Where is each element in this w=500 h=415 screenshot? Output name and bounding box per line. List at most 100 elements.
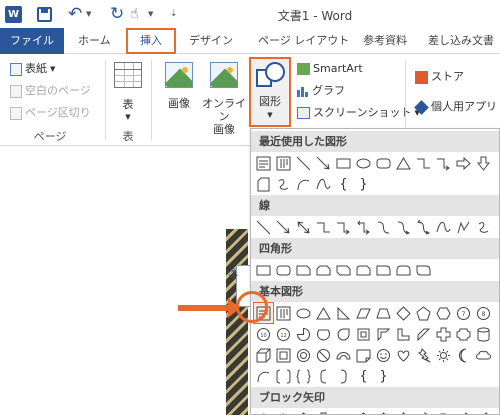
elbow-double-arrow-icon[interactable]: [354, 217, 373, 237]
block-down-arrow-icon[interactable]: [314, 409, 333, 414]
basic-frame-icon[interactable]: [354, 324, 373, 344]
triangle-shape-icon[interactable]: [394, 153, 413, 173]
basic-trapezoid-icon[interactable]: [374, 303, 393, 323]
right-arrow-shape-icon[interactable]: [454, 153, 473, 173]
basic-sun-icon[interactable]: [434, 345, 453, 365]
block-left-right-arrow-icon[interactable]: [334, 409, 353, 414]
basic-diagonal-stripe-icon[interactable]: [414, 324, 433, 344]
shapes-button[interactable]: 図形 ▼: [249, 57, 291, 127]
curved-double-arrow-icon[interactable]: [414, 217, 433, 237]
basic-right-triangle-icon[interactable]: [334, 303, 353, 323]
basic-moon-icon[interactable]: [454, 345, 473, 365]
tab-page-layout[interactable]: ページ レイアウト: [254, 28, 353, 54]
block-u-turn-arrow-icon[interactable]: [434, 409, 453, 414]
curve-icon[interactable]: [434, 217, 453, 237]
basic-dodecagon-icon[interactable]: 12: [274, 324, 293, 344]
basic-parallelogram-icon[interactable]: [354, 303, 373, 323]
vertical-textbox-shape-icon[interactable]: [274, 153, 293, 173]
line-shape-icon[interactable]: [294, 153, 313, 173]
basic-right-brace-icon[interactable]: }: [374, 366, 393, 386]
rect-icon[interactable]: [254, 260, 273, 280]
tab-home[interactable]: ホーム: [74, 28, 115, 54]
block-up-down-arrow-icon[interactable]: [354, 409, 373, 414]
basic-teardrop-icon[interactable]: [334, 324, 353, 344]
freeform-icon[interactable]: [454, 217, 473, 237]
curved-connector-icon[interactable]: [374, 217, 393, 237]
basic-donut-icon[interactable]: [294, 345, 313, 365]
basic-no-symbol-icon[interactable]: [314, 345, 333, 365]
block-up-arrow-icon[interactable]: [294, 409, 313, 414]
tab-file[interactable]: ファイル: [0, 28, 64, 55]
cover-page-button[interactable]: 表紙 ▼: [10, 60, 55, 78]
rectangle-shape-icon[interactable]: [334, 153, 353, 173]
block-quad-arrow-icon[interactable]: [374, 409, 393, 414]
rounded-rect-icon[interactable]: [274, 260, 293, 280]
basic-double-brace-icon[interactable]: [294, 366, 313, 386]
basic-folded-corner-icon[interactable]: [354, 345, 373, 365]
basic-double-bracket-icon[interactable]: [274, 366, 293, 386]
snip-round-icon[interactable]: [354, 260, 373, 280]
elbow-arrow-connector-icon[interactable]: [334, 217, 353, 237]
tab-insert[interactable]: 挿入: [126, 28, 176, 54]
snip-corner-shape-icon[interactable]: [254, 174, 273, 194]
basic-l-shape-icon[interactable]: [394, 324, 413, 344]
elbow-arrow-shape-icon[interactable]: [434, 153, 453, 173]
basic-decagon-icon[interactable]: 10: [254, 324, 273, 344]
table-button[interactable]: 表 ▼: [110, 62, 146, 124]
round-single-corner-icon[interactable]: [374, 260, 393, 280]
block-left-up-arrow-icon[interactable]: [454, 409, 473, 414]
elbow-connector-icon[interactable]: [314, 217, 333, 237]
store-button[interactable]: ストア: [415, 68, 464, 86]
basic-cube-icon[interactable]: [254, 345, 273, 365]
scribble-shape-icon[interactable]: [274, 174, 293, 194]
scribble-icon[interactable]: [474, 217, 493, 237]
tab-design[interactable]: デザイン: [185, 28, 237, 54]
basic-half-frame-icon[interactable]: [374, 324, 393, 344]
down-arrow-shape-icon[interactable]: [474, 153, 493, 173]
block-left-arrow-icon[interactable]: [274, 409, 293, 414]
basic-left-brace-icon[interactable]: {: [354, 366, 373, 386]
left-brace-shape-icon[interactable]: {: [334, 174, 353, 194]
basic-oval-icon[interactable]: [294, 303, 313, 323]
arc-shape-icon[interactable]: [294, 174, 313, 194]
curved-arrow-connector-icon[interactable]: [394, 217, 413, 237]
basic-vertical-textbox-icon[interactable]: [274, 303, 293, 323]
basic-cross-icon[interactable]: [434, 324, 453, 344]
tab-mailings[interactable]: 差し込み文書: [424, 28, 498, 54]
tab-references[interactable]: 参考資料: [359, 28, 411, 54]
screenshot-button[interactable]: スクリーンショット ▼: [297, 104, 420, 122]
basic-left-bracket-icon[interactable]: [314, 366, 333, 386]
online-pictures-button[interactable]: オンライン 画像: [200, 62, 248, 136]
basic-chord-icon[interactable]: [314, 324, 333, 344]
block-bent-up-arrow-icon[interactable]: [474, 409, 493, 414]
basic-block-arc-icon[interactable]: [334, 345, 353, 365]
double-arrow-icon[interactable]: [294, 217, 313, 237]
basic-smiley-icon[interactable]: [374, 345, 393, 365]
basic-triangle-icon[interactable]: [314, 303, 333, 323]
document-image[interactable]: [226, 229, 248, 415]
basic-arc-icon[interactable]: [254, 366, 273, 386]
chart-button[interactable]: グラフ: [297, 82, 345, 100]
basic-can-icon[interactable]: [474, 324, 493, 344]
basic-heart-icon[interactable]: [394, 345, 413, 365]
my-apps-button[interactable]: 個人用アプリ: [414, 98, 497, 116]
basic-hexagon-icon[interactable]: [434, 303, 453, 323]
block-bent-arrow-icon[interactable]: [414, 409, 433, 414]
textbox-shape-icon[interactable]: [254, 153, 273, 173]
basic-lightning-icon[interactable]: [414, 345, 433, 365]
basic-pentagon-icon[interactable]: [414, 303, 433, 323]
snip-single-corner-icon[interactable]: [294, 260, 313, 280]
blank-page-button[interactable]: 空白のページ: [10, 82, 91, 100]
elbow-connector-shape-icon[interactable]: [414, 153, 433, 173]
basic-octagon-icon[interactable]: 8: [474, 303, 493, 323]
curve-shape-icon[interactable]: [314, 174, 333, 194]
arrow-icon[interactable]: [274, 217, 293, 237]
round-same-side-icon[interactable]: [394, 260, 413, 280]
rounded-rectangle-shape-icon[interactable]: [374, 153, 393, 173]
basic-plaque-icon[interactable]: [454, 324, 473, 344]
oval-shape-icon[interactable]: [354, 153, 373, 173]
line-icon[interactable]: [254, 217, 273, 237]
block-left-right-up-arrow-icon[interactable]: [394, 409, 413, 414]
snip-diagonal-icon[interactable]: [334, 260, 353, 280]
round-diagonal-icon[interactable]: [414, 260, 433, 280]
